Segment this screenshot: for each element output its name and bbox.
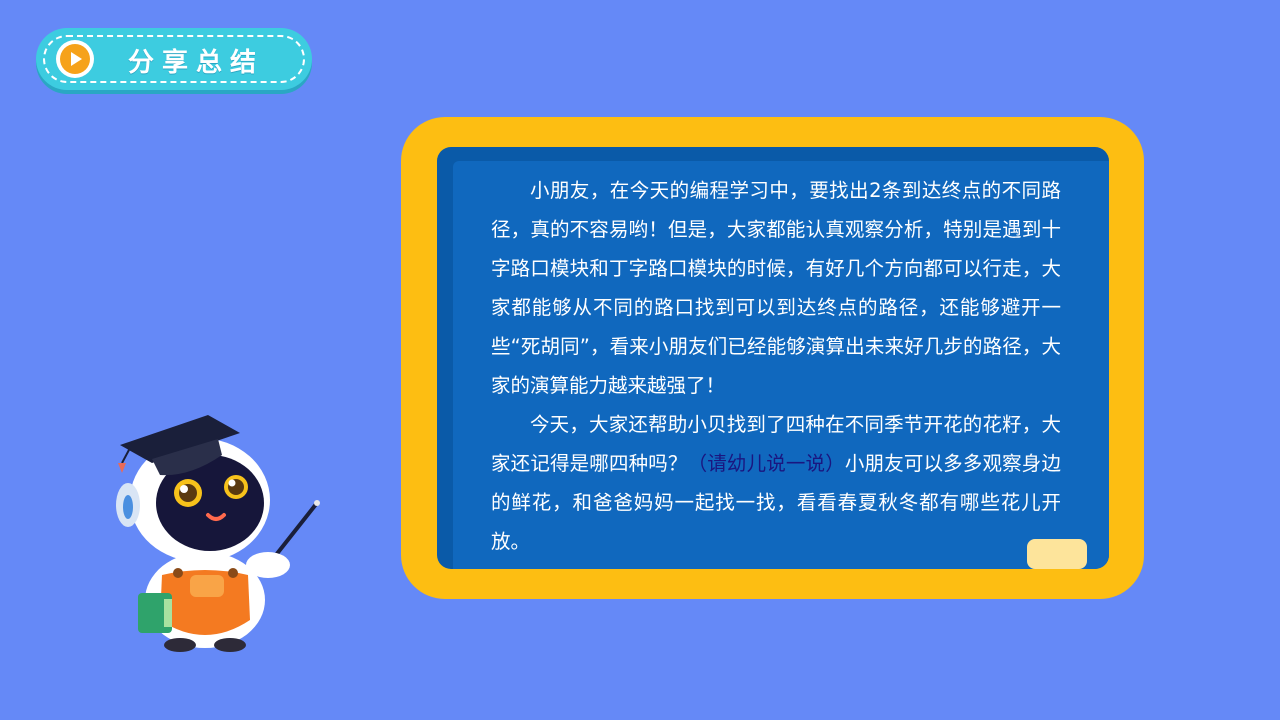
robot-mascot-icon [116, 415, 320, 652]
chalkboard: 小朋友，在今天的编程学习中，要找出2条到达终点的不同路径，真的不容易哟！但是，大… [437, 147, 1109, 569]
teacher-hint: （请幼儿说一说） [687, 452, 845, 475]
eraser-icon [1027, 539, 1087, 569]
section-title: 分享总结 [128, 48, 265, 78]
summary-text: 小朋友，在今天的编程学习中，要找出2条到达终点的不同路径，真的不容易哟！但是，大… [491, 171, 1061, 561]
summary-paragraph-1: 小朋友，在今天的编程学习中，要找出2条到达终点的不同路径，真的不容易哟！但是，大… [491, 179, 1061, 397]
play-icon [56, 40, 94, 78]
summary-paragraph-2: 今天，大家还帮助小贝找到了四种在不同季节开花的花籽，大家还记得是哪四种吗？（请幼… [491, 405, 1061, 561]
section-title-badge: 分享总结 [36, 28, 312, 90]
